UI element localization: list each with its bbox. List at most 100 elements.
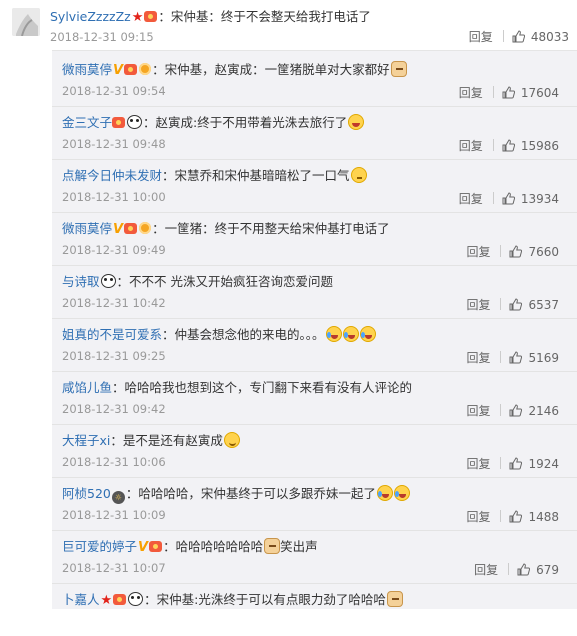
doge-emoji-icon (264, 538, 281, 554)
reply-button[interactable]: 回复 (466, 245, 490, 259)
timestamp: 2018-12-31 09:25 (62, 349, 166, 363)
comment-actions: 回复 17604 (459, 84, 559, 101)
medal-icon (139, 63, 152, 75)
comment-text: ：哈哈哈我也想到这个，专门翻下来看有没有人评论的 (112, 380, 413, 395)
like-icon[interactable] (502, 139, 515, 152)
member-badge-icon: ☼ (111, 491, 125, 504)
timestamp: 2018-12-31 09:15 (50, 30, 154, 44)
like-icon[interactable] (509, 404, 523, 417)
like-icon[interactable] (512, 30, 525, 43)
timestamp: 2018-12-31 10:09 (62, 508, 166, 522)
reply-button[interactable]: 回复 (474, 563, 498, 577)
panda-icon (100, 274, 116, 288)
list-item: 阿桢520 ☼ ：哈哈哈哈，宋仲基终于可以多跟乔妹一起了 2018-12-31 10… (52, 477, 577, 531)
username-link[interactable]: 与诗取 (62, 274, 100, 289)
username-link[interactable]: 大程子xi (62, 433, 110, 448)
like-count: 1488 (528, 510, 559, 524)
verified-icon: V (113, 222, 124, 237)
like-icon[interactable] (509, 457, 523, 470)
doge-emoji-icon (390, 61, 407, 77)
like-icon[interactable] (509, 245, 523, 258)
verified-icon: V (113, 63, 124, 78)
username-link[interactable]: SylvieZzzzZz (50, 9, 131, 24)
divider (502, 30, 504, 42)
reply-button[interactable]: 回复 (466, 457, 490, 471)
reply-button[interactable]: 回复 (469, 30, 493, 44)
list-item: 卜嘉人★ ：宋仲基:光洙终于可以有点眼力劲了哈哈哈 (52, 583, 577, 636)
timestamp: 2018-12-31 10:07 (62, 561, 166, 575)
username-link[interactable]: 点解今日仲未发财 (62, 168, 162, 183)
comment-actions: 回复 7660 (466, 243, 559, 260)
comment-actions: 回复 6537 (466, 296, 559, 313)
username-link[interactable]: 微雨莫停 (62, 221, 112, 236)
comment-text: ：哈哈哈哈哈哈哈 (163, 539, 264, 554)
like-count: 679 (536, 563, 559, 577)
panda-icon (127, 115, 143, 129)
laugh-cry-emoji-icon (393, 485, 410, 501)
like-count: 2146 (528, 404, 559, 418)
comment-line: 金三文子 ：赵寅成:终于不用带着光洙去旅行了 (62, 114, 365, 132)
smile-emoji-icon (223, 432, 240, 448)
reply-button[interactable]: 回复 (466, 351, 490, 365)
list-item: 与诗取 ：不不不 光洙又开始疯狂咨询恋爱问题 2018-12-31 10:42 回… (52, 265, 577, 319)
like-count: 13934 (520, 192, 559, 206)
level-badge-icon (112, 117, 126, 128)
comment-actions: 回复 5169 (466, 349, 559, 366)
divider (500, 510, 502, 522)
list-item: 姐真的不是可爱系：仲基会想念他的来电的。。。 2018-12-31 09:25 … (52, 318, 577, 372)
username-link[interactable]: 金三文子 (62, 115, 112, 130)
like-icon[interactable] (502, 192, 515, 205)
comment-line: 与诗取 ：不不不 光洙又开始疯狂咨询恋爱问题 (62, 273, 333, 291)
like-icon[interactable] (502, 86, 515, 99)
username-link[interactable]: 姐真的不是可爱系 (62, 327, 162, 342)
divider (500, 298, 502, 310)
username-link[interactable]: 咸馅儿鱼 (62, 380, 112, 395)
reply-button[interactable]: 回复 (459, 139, 483, 153)
like-icon[interactable] (517, 563, 531, 576)
reply-button[interactable]: 回复 (459, 192, 483, 206)
username-link[interactable]: 微雨莫停 (62, 62, 112, 77)
medal-icon (139, 222, 152, 234)
laugh-cry-emoji-icon (359, 326, 376, 342)
timestamp: 2018-12-31 10:42 (62, 296, 166, 310)
divider (492, 139, 494, 151)
comment-text: ：宋慧乔和宋仲基暗暗松了一口气 (162, 168, 350, 183)
like-count: 7660 (528, 245, 559, 259)
timestamp: 2018-12-31 09:49 (62, 243, 166, 257)
laugh-cry-emoji-icon (376, 485, 393, 501)
like-count: 15986 (520, 139, 559, 153)
list-item: 大程子xi：是不是还有赵寅成 2018-12-31 10:06 回复 1924 (52, 424, 577, 478)
comment-text: ：是不是还有赵寅成 (110, 433, 223, 448)
comment-actions: 回复 679 (474, 561, 559, 578)
list-item: 咸馅儿鱼：哈哈哈我也想到这个，专门翻下来看有没有人评论的 2018-12-31 … (52, 371, 577, 425)
divider (500, 351, 502, 363)
comment-text: ：宋仲基:光洙终于可以有点眼力劲了哈哈哈 (144, 592, 386, 607)
comment-line: 微雨莫停V ：一筐猪：终于不用整天给宋仲基打电话了 (62, 220, 390, 239)
reply-button[interactable]: 回复 (459, 86, 483, 100)
username-link[interactable]: 巨可爱的婷子 (62, 539, 137, 554)
comment-line: 阿桢520 ☼ ：哈哈哈哈，宋仲基终于可以多跟乔妹一起了 (62, 485, 410, 504)
reply-button[interactable]: 回复 (466, 510, 490, 524)
like-icon[interactable] (509, 510, 523, 523)
reply-button[interactable]: 回复 (466, 298, 490, 312)
like-icon[interactable] (509, 298, 523, 311)
list-item: 点解今日仲未发财：宋慧乔和宋仲基暗暗松了一口气 2018-12-31 10:00… (52, 159, 577, 213)
divider (500, 404, 502, 416)
list-item: 微雨莫停V ：宋仲基，赵寅成：一筐猪脱单对大家都好 2018-12-31 09:5… (52, 53, 577, 107)
like-count: 5169 (528, 351, 559, 365)
comment-line: 姐真的不是可爱系：仲基会想念他的来电的。。。 (62, 326, 376, 344)
timestamp: 2018-12-31 10:06 (62, 455, 166, 469)
reply-button[interactable]: 回复 (466, 404, 490, 418)
like-count: 48033 (530, 30, 569, 44)
username-link[interactable]: 卜嘉人 (62, 592, 100, 607)
comment-line: 微雨莫停V ：宋仲基，赵寅成：一筐猪脱单对大家都好 (62, 61, 407, 80)
comment-line: 卜嘉人★ ：宋仲基:光洙终于可以有点眼力劲了哈哈哈 (62, 591, 403, 610)
comment-text-suffix: 笑出声 (280, 539, 318, 554)
comment-actions: 回复 13934 (459, 190, 559, 207)
list-item: 金三文子 ：赵寅成:终于不用带着光洙去旅行了 2018-12-31 09:48 回… (52, 106, 577, 160)
like-icon[interactable] (509, 351, 523, 364)
verified-icon: V (138, 540, 149, 555)
avatar[interactable] (12, 8, 40, 36)
username-link[interactable]: 阿桢520 (62, 486, 111, 501)
level-badge-icon (124, 64, 138, 75)
